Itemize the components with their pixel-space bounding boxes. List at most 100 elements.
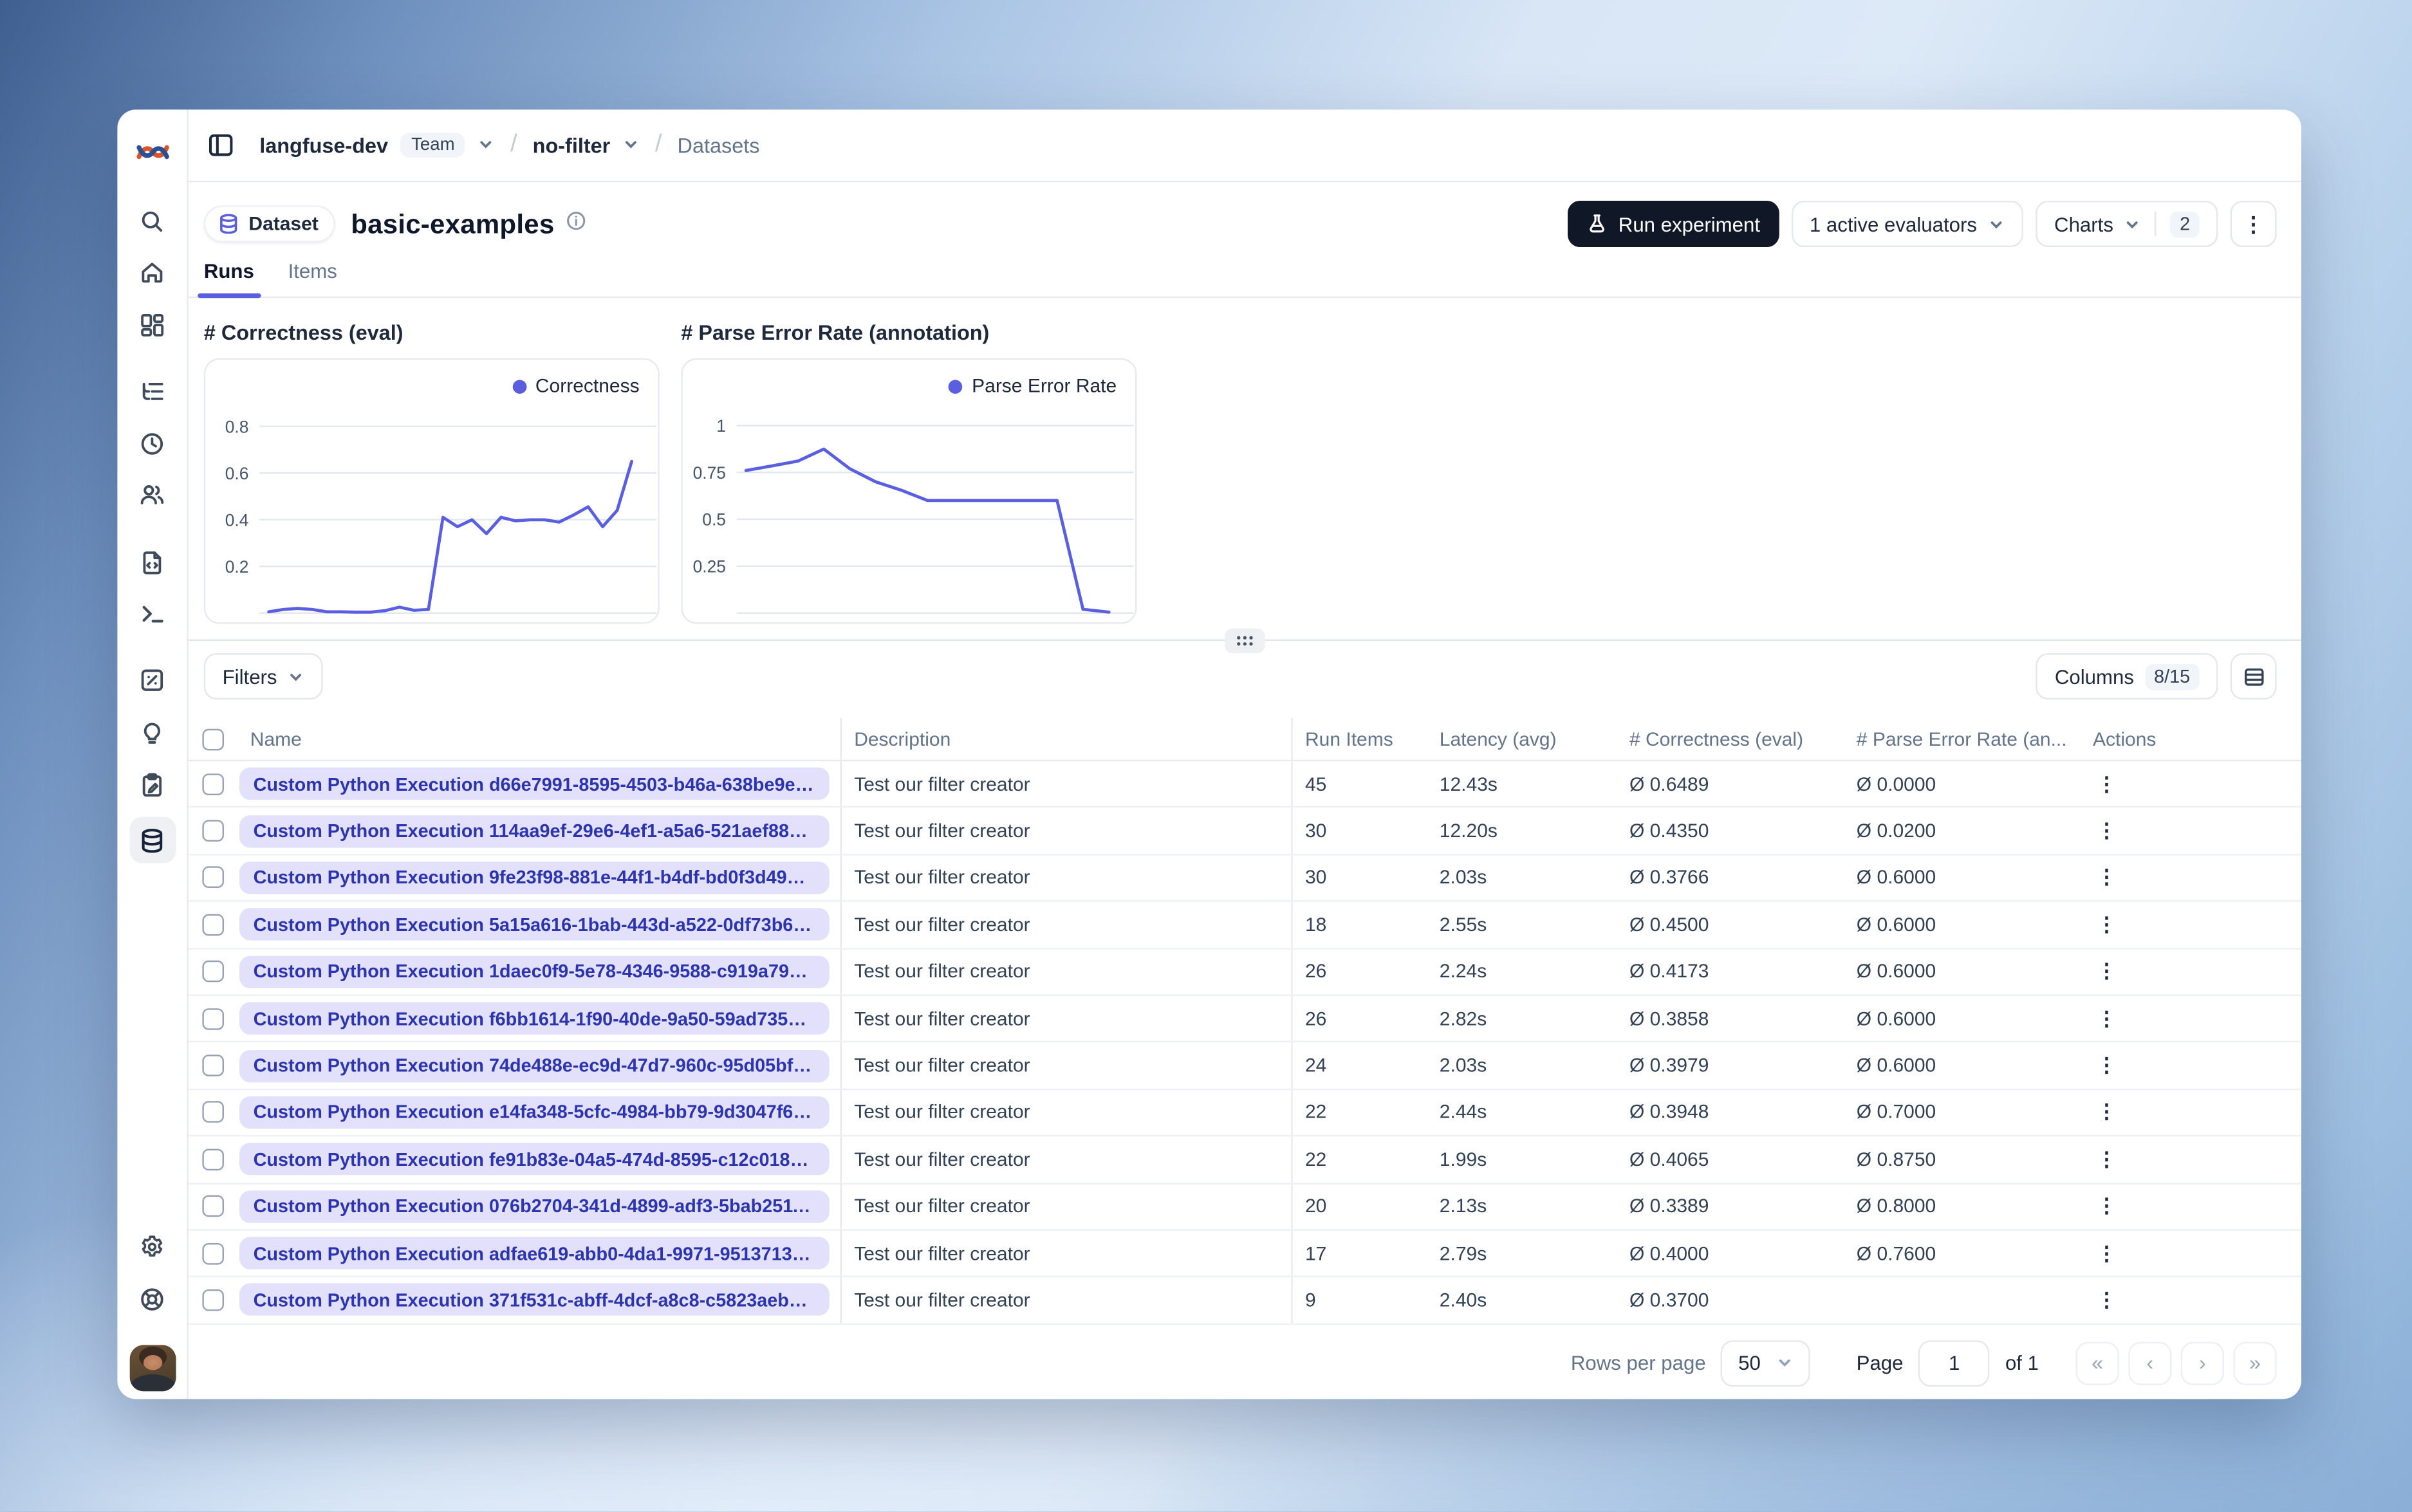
terminal-icon[interactable] — [134, 595, 171, 632]
next-page-button[interactable]: › — [2180, 1341, 2225, 1385]
row-kebab-icon[interactable]: ⋮ — [2090, 1283, 2124, 1317]
run-name-link[interactable]: Custom Python Execution fe91b83e-04a5-47… — [239, 1143, 830, 1176]
run-name-link[interactable]: Custom Python Execution e14fa348-5cfc-49… — [239, 1096, 830, 1129]
row-kebab-icon[interactable]: ⋮ — [2090, 1189, 2124, 1223]
col-header-run-items[interactable]: Run Items — [1293, 728, 1427, 750]
row-checkbox[interactable] — [202, 961, 224, 982]
run-name-link[interactable]: Custom Python Execution 9fe23f98-881e-44… — [239, 862, 830, 894]
table-header-row: Name Description Run Items Latency (avg)… — [188, 718, 2302, 762]
parse-error-cell: Ø 0.6000 — [1856, 1055, 1936, 1076]
trace-tree-icon[interactable] — [134, 372, 171, 409]
button-divider — [2155, 211, 2157, 237]
clock-icon[interactable] — [134, 425, 171, 462]
run-name-link[interactable]: Custom Python Execution f6bb1614-1f90-40… — [239, 1002, 830, 1035]
percent-square-icon[interactable] — [134, 661, 171, 698]
run-name-link[interactable]: Custom Python Execution 1daec0f9-5e78-43… — [239, 955, 830, 988]
row-checkbox[interactable] — [202, 1055, 224, 1076]
row-kebab-icon[interactable]: ⋮ — [2090, 767, 2124, 801]
table-row: Custom Python Execution 076b2704-341d-48… — [188, 1183, 2302, 1231]
tab-bar: Runs Items — [188, 255, 2302, 299]
run-name-link[interactable]: Custom Python Execution 076b2704-341d-48… — [239, 1190, 830, 1223]
filters-button[interactable]: Filters — [203, 653, 324, 700]
select-all-checkbox[interactable] — [202, 728, 224, 750]
row-kebab-icon[interactable]: ⋮ — [2090, 1049, 2124, 1083]
home-icon[interactable] — [134, 254, 171, 291]
dashboard-grid-icon[interactable] — [134, 306, 171, 343]
database-icon[interactable] — [129, 816, 176, 863]
col-header-correctness[interactable]: # Correctness (eval) — [1617, 728, 1844, 750]
row-checkbox[interactable] — [202, 773, 224, 795]
life-buoy-icon[interactable] — [134, 1280, 171, 1318]
row-checkbox[interactable] — [202, 820, 224, 842]
breadcrumb-project[interactable]: no-filter — [533, 134, 611, 157]
clipboard-pen-icon[interactable] — [134, 766, 171, 803]
user-avatar[interactable] — [129, 1345, 176, 1392]
actions-cell: ⋮ — [2071, 814, 2301, 848]
settings-gear-icon[interactable] — [134, 1228, 171, 1265]
run-name-link[interactable]: Custom Python Execution d66e7991-8595-45… — [239, 768, 830, 800]
page-number-input[interactable]: 1 — [1918, 1340, 1990, 1386]
dataset-badge-label: Dataset — [248, 213, 319, 235]
row-checkbox[interactable] — [202, 867, 224, 889]
evaluators-button[interactable]: 1 active evaluators — [1791, 201, 2024, 247]
run-name-link[interactable]: Custom Python Execution 114aa9ef-29e6-4e… — [239, 815, 830, 847]
breadcrumb-section[interactable]: Datasets — [678, 134, 760, 157]
resize-grip-handle[interactable] — [1225, 628, 1265, 654]
col-header-latency[interactable]: Latency (avg) — [1427, 728, 1617, 750]
col-header-parse-error[interactable]: # Parse Error Rate (an... — [1844, 728, 2072, 750]
users-icon[interactable] — [134, 475, 171, 513]
file-code-icon[interactable] — [134, 544, 171, 581]
lightbulb-icon[interactable] — [134, 715, 171, 752]
row-checkbox[interactable] — [202, 1102, 224, 1123]
table-row: Custom Python Execution 74de488e-ec9d-47… — [188, 1042, 2302, 1090]
row-kebab-icon[interactable]: ⋮ — [2090, 1236, 2124, 1270]
info-icon[interactable] — [565, 209, 587, 239]
columns-button[interactable]: Columns 8/15 — [2036, 653, 2218, 700]
row-kebab-icon[interactable]: ⋮ — [2090, 861, 2124, 895]
charts-button[interactable]: Charts 2 — [2036, 201, 2218, 247]
run-experiment-button[interactable]: Run experiment — [1567, 201, 1779, 247]
row-checkbox-cell — [189, 949, 232, 995]
run-name-link[interactable]: Custom Python Execution adfae619-abb0-4d… — [239, 1237, 830, 1270]
row-kebab-icon[interactable]: ⋮ — [2090, 908, 2124, 942]
run-name-link[interactable]: Custom Python Execution 5a15a616-1bab-44… — [239, 908, 830, 941]
chevron-down-icon[interactable] — [622, 134, 639, 157]
col-header-description[interactable]: Description — [842, 718, 1293, 760]
row-height-button[interactable] — [2230, 653, 2277, 700]
first-page-button[interactable]: « — [2075, 1341, 2119, 1385]
columns-label: Columns — [2054, 665, 2134, 688]
chevron-down-icon[interactable] — [478, 134, 495, 157]
breadcrumb-org[interactable]: langfuse-dev — [259, 134, 388, 157]
row-kebab-icon[interactable]: ⋮ — [2090, 1096, 2124, 1130]
tab-items[interactable]: Items — [288, 259, 337, 297]
last-page-button[interactable]: » — [2233, 1341, 2277, 1385]
row-checkbox[interactable] — [202, 914, 224, 936]
langfuse-logo-icon[interactable] — [134, 133, 171, 170]
table-row: Custom Python Execution 371f531c-abff-4d… — [188, 1277, 2302, 1325]
search-icon[interactable] — [134, 202, 171, 239]
row-checkbox[interactable] — [202, 1242, 224, 1264]
correctness-cell: Ø 0.3700 — [1629, 1289, 1709, 1311]
more-actions-button[interactable]: ⋮ — [2230, 201, 2277, 247]
run-name-link[interactable]: Custom Python Execution 74de488e-ec9d-47… — [239, 1049, 830, 1082]
row-checkbox[interactable] — [202, 1148, 224, 1170]
row-checkbox[interactable] — [202, 1195, 224, 1217]
col-header-name[interactable]: Name — [232, 718, 842, 760]
latency-cell: 1.99s — [1439, 1148, 1487, 1170]
row-kebab-icon[interactable]: ⋮ — [2090, 814, 2124, 848]
row-kebab-icon[interactable]: ⋮ — [2090, 1143, 2124, 1177]
run-name-cell: Custom Python Execution d66e7991-8595-45… — [232, 761, 842, 807]
rows-per-page-select[interactable]: 50 — [1721, 1340, 1810, 1386]
sidebar-toggle-icon[interactable] — [207, 131, 235, 159]
table-row: Custom Python Execution 5a15a616-1bab-44… — [188, 902, 2302, 949]
row-checkbox-cell — [189, 1278, 232, 1323]
row-kebab-icon[interactable]: ⋮ — [2090, 955, 2124, 989]
svg-text:0.5: 0.5 — [702, 510, 726, 530]
prev-page-button[interactable]: ‹ — [2128, 1341, 2172, 1385]
row-checkbox[interactable] — [202, 1289, 224, 1311]
run-name-link[interactable]: Custom Python Execution 371f531c-abff-4d… — [239, 1284, 830, 1316]
row-checkbox[interactable] — [202, 1008, 224, 1029]
row-checkbox-cell — [189, 1231, 232, 1277]
row-kebab-icon[interactable]: ⋮ — [2090, 1002, 2124, 1036]
tab-runs[interactable]: Runs — [198, 259, 260, 299]
